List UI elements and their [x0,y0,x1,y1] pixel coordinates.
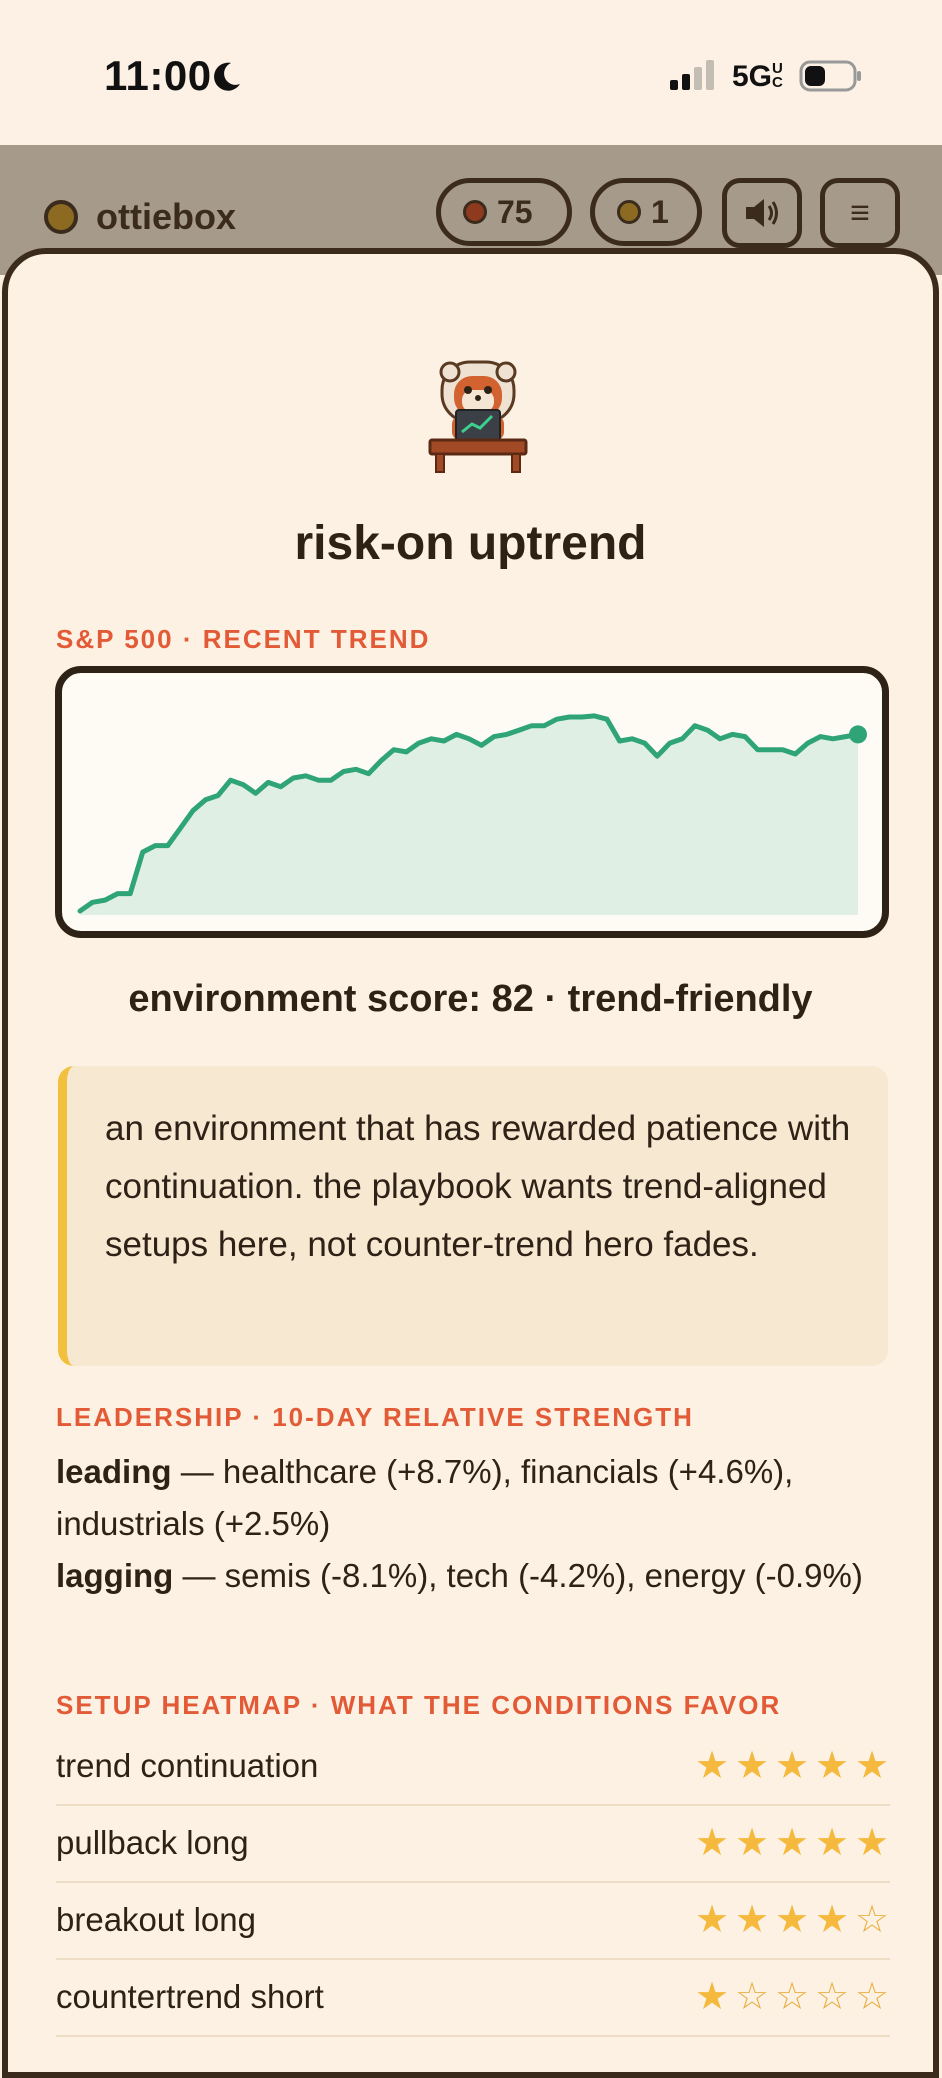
lagging-sectors: lagging — semis (-8.1%), tech (-4.2%), e… [56,1550,886,1602]
environment-note-text: an environment that has rewarded patienc… [105,1109,850,1264]
coin-icon [617,200,641,224]
star-filled-icon: ★ [774,1824,810,1862]
trend-section-label: S&P 500 · RECENT TREND [56,624,430,655]
battery-icon [799,60,863,92]
star-filled-icon: ★ [734,1901,770,1939]
star-filled-icon: ★ [814,1824,850,1862]
setup-label: trend continuation [56,1747,318,1785]
star-filled-icon: ★ [814,1747,850,1785]
star-empty-icon: ☆ [734,1978,770,2016]
leadership-section-label: LEADERSHIP · 10-DAY RELATIVE STRENGTH [56,1402,694,1433]
star-filled-icon: ★ [854,1747,890,1785]
star-filled-icon: ★ [734,1747,770,1785]
market-sheet: risk-on uptrend S&P 500 · RECENT TREND e… [2,248,939,2078]
setup-label: breakout long [56,1901,256,1939]
hearts-counter[interactable]: 75 [436,178,572,246]
star-filled-icon: ★ [774,1901,810,1939]
signal-icon [670,60,714,92]
lagging-text: — semis (-8.1%), tech (-4.2%), energy (-… [173,1557,863,1594]
coins-value: 1 [651,194,669,231]
setup-label: countertrend short [56,1978,324,2016]
star-filled-icon: ★ [734,1824,770,1862]
coins-counter[interactable]: 1 [590,178,702,246]
speaker-icon [742,195,782,231]
network-badge: UC [772,62,782,90]
heatmap-row: breakout long ★★★★☆ [56,1882,890,1960]
logo-icon [44,200,78,234]
star-rating: ★★★★★ [694,1824,890,1862]
environment-score: environment score: 82 · trend-friendly [8,978,933,1021]
star-rating: ★★★★☆ [694,1901,890,1939]
heatmap-section-label: SETUP HEATMAP · WHAT THE CONDITIONS FAVO… [56,1690,781,1721]
network-indicator: 5GUC [732,60,782,94]
heatmap-row: pullback long ★★★★★ [56,1805,890,1883]
trend-chart [55,666,889,938]
menu-button[interactable]: ≡ [820,178,900,248]
lagging-label: lagging [56,1557,173,1594]
trend-chart-svg [62,673,882,931]
star-filled-icon: ★ [694,1978,730,2016]
star-rating: ★★★★★ [694,1747,890,1785]
regime-title: risk-on uptrend [8,516,933,571]
brand-name[interactable]: ottiebox [96,196,236,238]
star-filled-icon: ★ [694,1747,730,1785]
star-filled-icon: ★ [854,1824,890,1862]
otter-mascot-icon [426,360,530,474]
status-bar: 11:00 5GUC [0,0,942,145]
star-empty-icon: ☆ [814,1978,850,2016]
environment-note: an environment that has rewarded patienc… [58,1066,888,1366]
star-filled-icon: ★ [694,1901,730,1939]
network-label: 5G [732,60,772,93]
star-filled-icon: ★ [814,1901,850,1939]
menu-icon: ≡ [850,194,870,233]
leading-label: leading [56,1453,172,1490]
trend-area [80,716,858,915]
hearts-value: 75 [497,194,533,231]
star-empty-icon: ☆ [854,1978,890,2016]
setup-label: pullback long [56,1824,249,1862]
status-time: 11:00 [104,52,212,100]
heatmap-row: countertrend short ★☆☆☆☆ [56,1959,890,2037]
star-empty-icon: ☆ [854,1901,890,1939]
star-filled-icon: ★ [774,1747,810,1785]
heart-icon [463,200,487,224]
moon-icon [209,60,243,94]
star-filled-icon: ★ [694,1824,730,1862]
star-empty-icon: ☆ [774,1978,810,2016]
star-rating: ★☆☆☆☆ [694,1978,890,2016]
heatmap-row: trend continuation ★★★★★ [56,1728,890,1806]
trend-last-point [849,725,867,743]
leading-sectors: leading — healthcare (+8.7%), financials… [56,1446,886,1550]
sound-button[interactable] [722,178,802,248]
